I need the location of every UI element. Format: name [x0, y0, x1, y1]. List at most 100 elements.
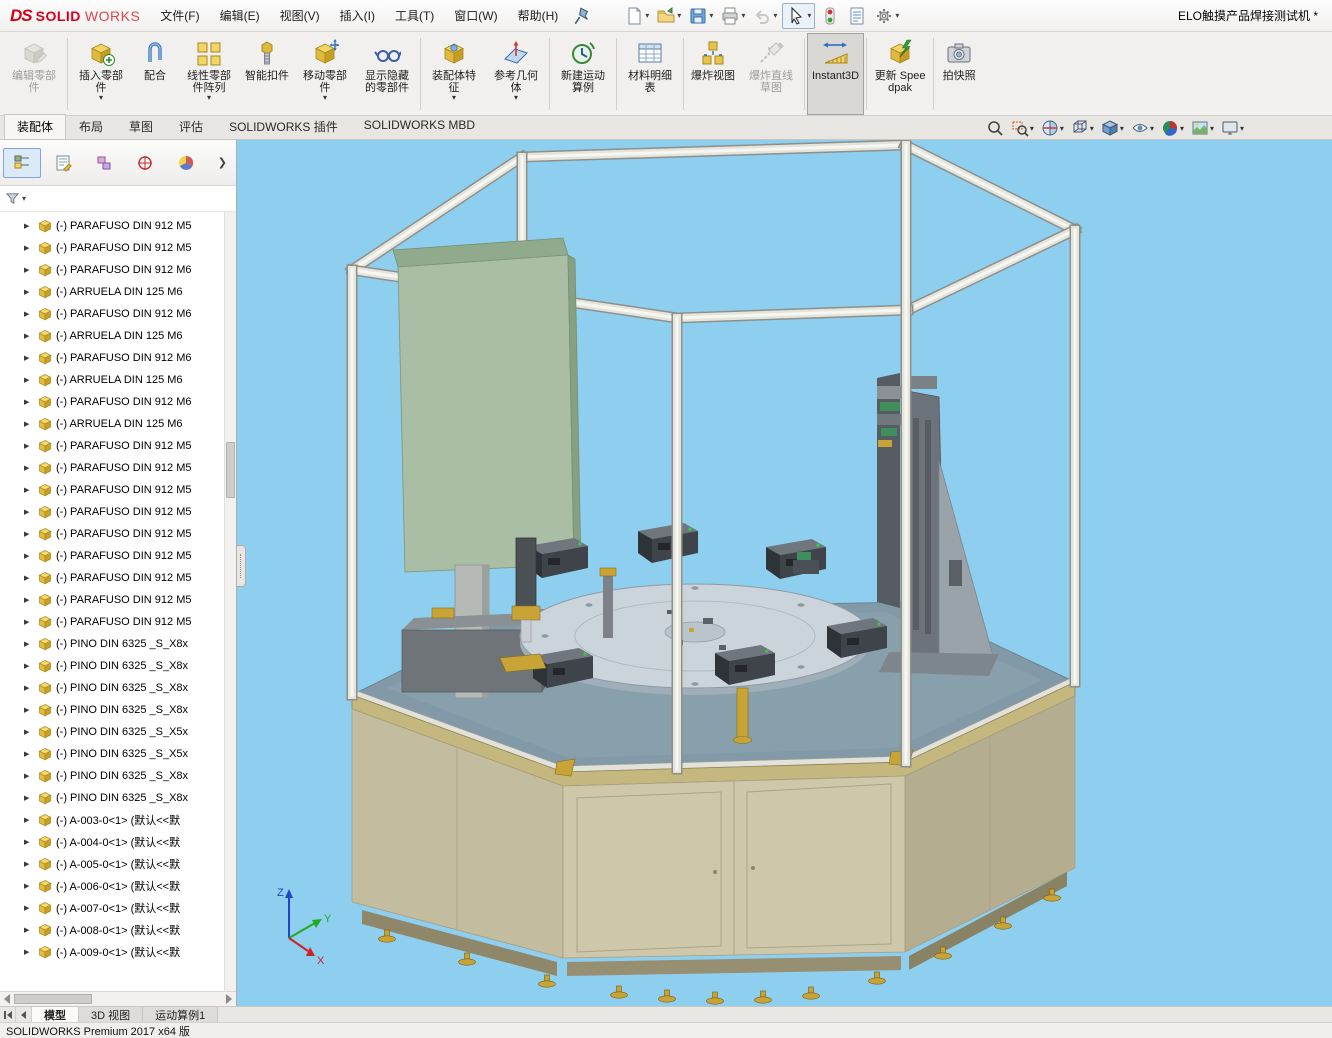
tab-solidworks-mbd[interactable]: SOLIDWORKS MBD [351, 114, 488, 139]
tree-item[interactable]: ▶(-) A-003-0<1> (默认<<默 [0, 809, 236, 831]
menu-insert[interactable]: 插入(I) [330, 1, 385, 30]
dropdown-caret-icon[interactable]: ▾ [323, 94, 327, 102]
print-icon[interactable]: ▾ [718, 4, 747, 28]
expand-arrow-icon[interactable]: ▶ [24, 640, 37, 648]
tree-item[interactable]: ▶(-) PINO DIN 6325 _S_X8x [0, 677, 236, 699]
tree-item[interactable]: ▶(-) PINO DIN 6325 _S_X8x [0, 765, 236, 787]
expand-arrow-icon[interactable]: ▶ [24, 662, 37, 670]
pin-toolbar-icon[interactable] [572, 5, 594, 27]
tab-装配体[interactable]: 装配体 [4, 114, 66, 139]
doc-tab-model[interactable]: 模型 [32, 1007, 79, 1022]
tree-item[interactable]: ▶(-) PINO DIN 6325 _S_X8x [0, 633, 236, 655]
hscroll-right-arrow[interactable] [226, 994, 232, 1004]
tree-item[interactable]: ▶(-) PARAFUSO DIN 912 M5 [0, 479, 236, 501]
show-hidden-button[interactable]: 显示隐藏的零部件 [356, 33, 418, 115]
tab-评估[interactable]: 评估 [166, 114, 216, 139]
tree-item[interactable]: ▶(-) A-006-0<1> (默认<<默 [0, 875, 236, 897]
view-settings-icon[interactable]: ▾ [1221, 119, 1244, 137]
zoom-area-icon[interactable]: ▾ [1011, 119, 1034, 137]
move-component-button[interactable]: 移动零部件▾ [294, 33, 356, 115]
panel-expand-chevron[interactable]: ❯ [212, 156, 233, 169]
expand-arrow-icon[interactable]: ▶ [24, 618, 37, 626]
doc-tab-3d-views[interactable]: 3D 视图 [79, 1007, 143, 1022]
tree-item[interactable]: ▶(-) A-005-0<1> (默认<<默 [0, 853, 236, 875]
tree-item[interactable]: ▶(-) PINO DIN 6325 _S_X8x [0, 699, 236, 721]
tree-item[interactable]: ▶(-) ARRUELA DIN 125 M6 [0, 369, 236, 391]
speedpak-button[interactable]: 更新 Speedpak [869, 33, 931, 115]
new-document-icon[interactable]: ▾ [622, 4, 651, 28]
hide-show-items-icon[interactable]: ▾ [1131, 119, 1154, 137]
tree-item[interactable]: ▶(-) A-008-0<1> (默认<<默 [0, 919, 236, 941]
expand-arrow-icon[interactable]: ▶ [24, 750, 37, 758]
tree-item[interactable]: ▶(-) ARRUELA DIN 125 M6 [0, 325, 236, 347]
expand-arrow-icon[interactable]: ▶ [24, 794, 37, 802]
tree-item[interactable]: ▶(-) PINO DIN 6325 _S_X5x [0, 743, 236, 765]
expand-arrow-icon[interactable]: ▶ [24, 398, 37, 406]
bom-button[interactable]: 材料明细表 [619, 33, 681, 115]
scroll-tabs-first-button[interactable] [0, 1007, 16, 1022]
expand-arrow-icon[interactable]: ▶ [24, 288, 37, 296]
expand-arrow-icon[interactable]: ▶ [24, 442, 37, 450]
tree-item[interactable]: ▶(-) PARAFUSO DIN 912 M6 [0, 347, 236, 369]
tree-item[interactable]: ▶(-) PARAFUSO DIN 912 M5 [0, 611, 236, 633]
reference-geometry-button[interactable]: 参考几何体▾ [485, 33, 547, 115]
expand-arrow-icon[interactable]: ▶ [24, 860, 37, 868]
expand-arrow-icon[interactable]: ▶ [24, 486, 37, 494]
expand-arrow-icon[interactable]: ▶ [24, 904, 37, 912]
apply-scene-icon[interactable]: ▾ [1191, 119, 1214, 137]
section-view-icon[interactable]: ▾ [1041, 119, 1064, 137]
expand-arrow-icon[interactable]: ▶ [24, 508, 37, 516]
assembly-features-button[interactable]: 装配体特征▾ [423, 33, 485, 115]
filter-dropdown-caret[interactable]: ▾ [22, 194, 26, 203]
expand-arrow-icon[interactable]: ▶ [24, 376, 37, 384]
tree-item[interactable]: ▶(-) PARAFUSO DIN 912 M5 [0, 215, 236, 237]
tree-item[interactable]: ▶(-) PARAFUSO DIN 912 M6 [0, 259, 236, 281]
panel-splitter-handle[interactable] [237, 545, 246, 587]
expand-arrow-icon[interactable]: ▶ [24, 596, 37, 604]
menu-window[interactable]: 窗口(W) [444, 1, 507, 30]
tree-item[interactable]: ▶(-) PINO DIN 6325 _S_X8x [0, 787, 236, 809]
menu-help[interactable]: 帮助(H) [508, 1, 569, 30]
options-gear-icon[interactable]: ▾ [872, 4, 901, 28]
doc-tab-motion-study[interactable]: 运动算例1 [143, 1007, 218, 1022]
expand-arrow-icon[interactable]: ▶ [24, 530, 37, 538]
tree-item[interactable]: ▶(-) A-009-0<1> (默认<<默 [0, 941, 236, 963]
tree-item[interactable]: ▶(-) PINO DIN 6325 _S_X8x [0, 655, 236, 677]
panel-tab-propertymanager[interactable] [44, 148, 82, 178]
snapshot-button[interactable]: 拍快照 [936, 33, 982, 115]
file-properties-icon[interactable] [845, 4, 869, 28]
tree-item[interactable]: ▶(-) A-004-0<1> (默认<<默 [0, 831, 236, 853]
tree-item[interactable]: ▶(-) A-007-0<1> (默认<<默 [0, 897, 236, 919]
menu-view[interactable]: 视图(V) [270, 1, 330, 30]
panel-tab-displaymanager[interactable] [167, 148, 205, 178]
tree-item[interactable]: ▶(-) PARAFUSO DIN 912 M5 [0, 545, 236, 567]
tree-vertical-scrollbar[interactable] [224, 212, 236, 991]
expand-arrow-icon[interactable]: ▶ [24, 926, 37, 934]
tree-item[interactable]: ▶(-) PARAFUSO DIN 912 M6 [0, 303, 236, 325]
edit-appearance-icon[interactable]: ▾ [1161, 119, 1184, 137]
tree-item[interactable]: ▶(-) PARAFUSO DIN 912 M5 [0, 589, 236, 611]
smart-fasteners-button[interactable]: 智能扣件 [240, 33, 294, 115]
expand-arrow-icon[interactable]: ▶ [24, 574, 37, 582]
menu-file[interactable]: 文件(F) [150, 1, 209, 30]
tree-item[interactable]: ▶(-) PARAFUSO DIN 912 M5 [0, 457, 236, 479]
tree-item[interactable]: ▶(-) PARAFUSO DIN 912 M6 [0, 391, 236, 413]
hscroll-left-arrow[interactable] [4, 994, 10, 1004]
tree-item[interactable]: ▶(-) ARRUELA DIN 125 M6 [0, 413, 236, 435]
expand-arrow-icon[interactable]: ▶ [24, 354, 37, 362]
menu-tools[interactable]: 工具(T) [385, 1, 444, 30]
linear-pattern-button[interactable]: 线性零部件阵列▾ [178, 33, 240, 115]
panel-tab-dimxpertmanager[interactable] [126, 148, 164, 178]
tree-item[interactable]: ▶(-) PINO DIN 6325 _S_X5x [0, 721, 236, 743]
select-cursor-icon[interactable]: ▾ [782, 3, 815, 29]
mate-button[interactable]: 配合 [132, 33, 178, 115]
expand-arrow-icon[interactable]: ▶ [24, 310, 37, 318]
open-icon[interactable]: ▾ [654, 4, 683, 28]
expand-arrow-icon[interactable]: ▶ [24, 552, 37, 560]
instant3d-button[interactable]: Instant3D [807, 33, 864, 115]
zoom-fit-icon[interactable] [986, 119, 1004, 137]
dropdown-caret-icon[interactable]: ▾ [514, 94, 518, 102]
display-style-icon[interactable]: ▾ [1101, 119, 1124, 137]
tree-horizontal-scrollbar[interactable] [0, 991, 236, 1006]
insert-component-button[interactable]: 插入零部件▾ [70, 33, 132, 115]
